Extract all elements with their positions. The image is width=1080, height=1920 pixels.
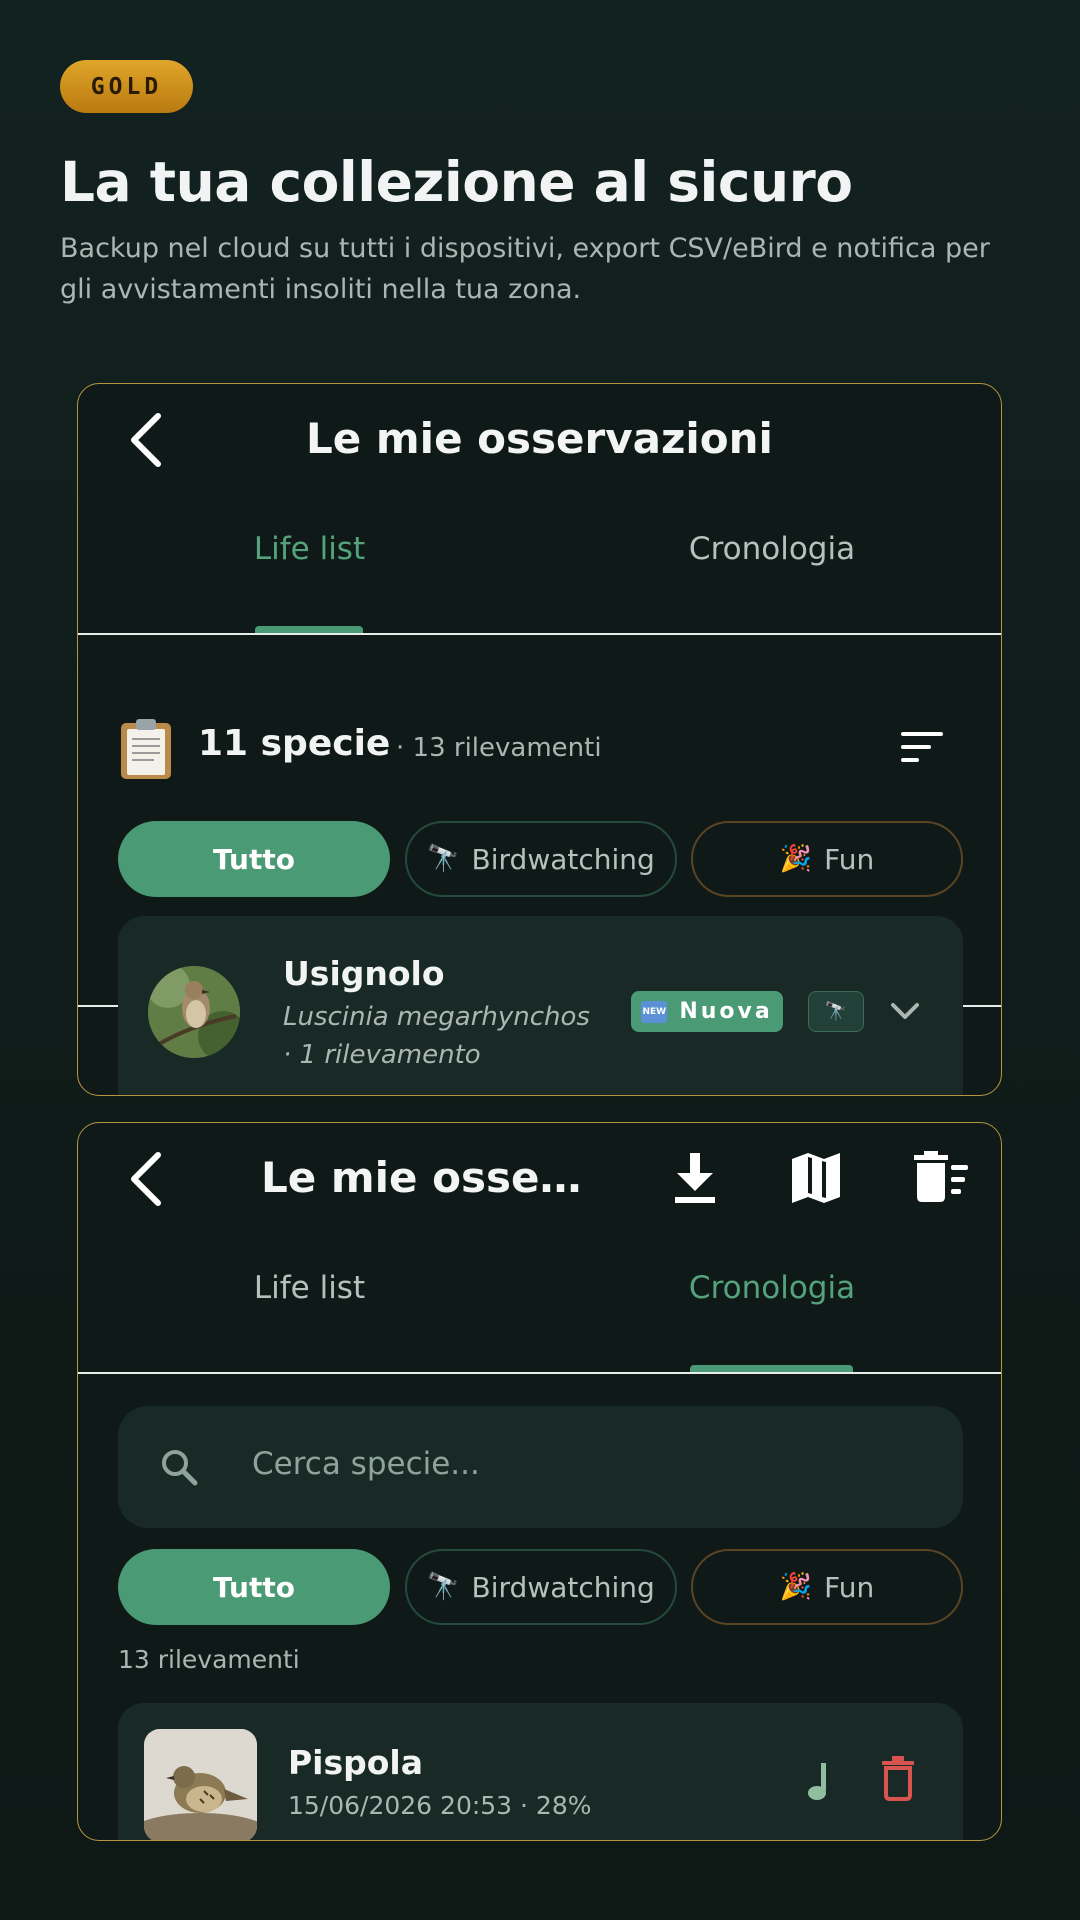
telescope-icon: 🔭 (427, 844, 460, 874)
sightings-count: · 13 rilevamenti (396, 733, 602, 763)
trash-icon[interactable] (880, 1755, 916, 1801)
map-icon[interactable] (786, 1147, 846, 1207)
filter-chips: Tutto 🔭 Birdwatching 🎉 Fun (118, 821, 963, 897)
bird-avatar (148, 966, 240, 1058)
sighting-meta: 15/06/2026 20:53 · 28% (288, 1791, 592, 1820)
tab-indicator (690, 1365, 853, 1372)
tab-label: Cronologia (688, 1270, 856, 1306)
app-bar: Le mie osservazioni (78, 384, 1001, 494)
telescope-icon: 🔭 (427, 1572, 460, 1602)
search-icon (162, 1450, 198, 1486)
tab-label: Life list (253, 531, 366, 567)
chip-label: Birdwatching (471, 842, 655, 876)
chip-birdwatching[interactable]: 🔭 Birdwatching (405, 1549, 677, 1625)
party-popper-icon: 🎉 (779, 844, 813, 874)
chip-tutto[interactable]: Tutto (118, 1549, 390, 1625)
new-icon: NEW (641, 1000, 668, 1023)
bird-photo (144, 1729, 257, 1840)
page-title: Le mie osservazioni (306, 414, 773, 463)
tab-indicator (255, 626, 363, 633)
sort-icon[interactable] (899, 729, 945, 765)
screenshot-life-list: Le mie osservazioni Life list Cronologia… (77, 383, 1002, 1096)
chip-fun[interactable]: 🎉 Fun (691, 1549, 963, 1625)
search-placeholder: Cerca specie... (252, 1446, 480, 1482)
screenshot-cronologia: Le mie osser... Life list Cronologia Cer… (77, 1122, 1002, 1841)
party-popper-icon: 🎉 (779, 1572, 813, 1602)
tab-label: Life list (253, 1270, 366, 1306)
chip-label: Tutto (213, 1570, 295, 1604)
chip-label: Fun (824, 842, 875, 876)
search-field[interactable]: Cerca specie... (118, 1406, 963, 1528)
chip-label: Tutto (213, 842, 295, 876)
delete-sweep-icon[interactable] (910, 1147, 970, 1207)
species-name: Pispola (288, 1743, 424, 1782)
filter-chips: Tutto 🔭 Birdwatching 🎉 Fun (118, 1549, 963, 1625)
music-note-icon[interactable] (804, 1759, 836, 1803)
gold-badge: GOLD (60, 60, 193, 113)
tab-life-list[interactable]: Life list (78, 494, 541, 604)
hero-subtitle: Backup nel cloud su tutti i dispositivi,… (60, 233, 990, 305)
page-title: Le mie osser... (261, 1153, 591, 1202)
clipboard-icon (121, 719, 171, 779)
chip-label: Birdwatching (471, 1570, 655, 1604)
chip-tutto[interactable]: Tutto (118, 821, 390, 897)
sighting-card[interactable]: Pispola 15/06/2026 20:53 · 28% (118, 1703, 963, 1840)
back-arrow-icon[interactable] (124, 1149, 172, 1209)
chip-label: Fun (824, 1570, 875, 1604)
new-badge-label: Nuova (679, 999, 773, 1024)
species-card[interactable]: Usignolo Luscinia megarhynchos · 1 rilev… (118, 916, 963, 1095)
chip-birdwatching[interactable]: 🔭 Birdwatching (405, 821, 677, 897)
chip-fun[interactable]: 🎉 Fun (691, 821, 963, 897)
species-count: 11 specie (198, 723, 391, 764)
hero-title: La tua collezione al sicuro (60, 150, 853, 214)
summary-row: 11 specie · 13 rilevamenti (118, 709, 963, 789)
app-bar: Le mie osser... (78, 1123, 1001, 1233)
tabs-row: Life list Cronologia (78, 1233, 1001, 1373)
tab-label: Cronologia (688, 531, 856, 567)
tab-divider (78, 633, 1001, 635)
telescope-badge: 🔭 (808, 991, 864, 1032)
species-name: Usignolo (283, 954, 445, 993)
chevron-down-icon[interactable] (888, 998, 922, 1024)
tab-life-list[interactable]: Life list (78, 1233, 541, 1343)
scientific-name: Luscinia megarhynchos (283, 1002, 590, 1032)
telescope-icon: 🔭 (824, 1001, 848, 1022)
tab-divider (78, 1372, 1001, 1374)
sightings-count: 13 rilevamenti (118, 1645, 300, 1674)
new-badge: NEW Nuova (631, 991, 783, 1032)
tab-cronologia[interactable]: Cronologia (541, 494, 1001, 604)
tab-cronologia[interactable]: Cronologia (541, 1233, 1001, 1343)
sighting-count: · 1 rilevamento (283, 1040, 481, 1070)
download-icon[interactable] (665, 1147, 725, 1207)
